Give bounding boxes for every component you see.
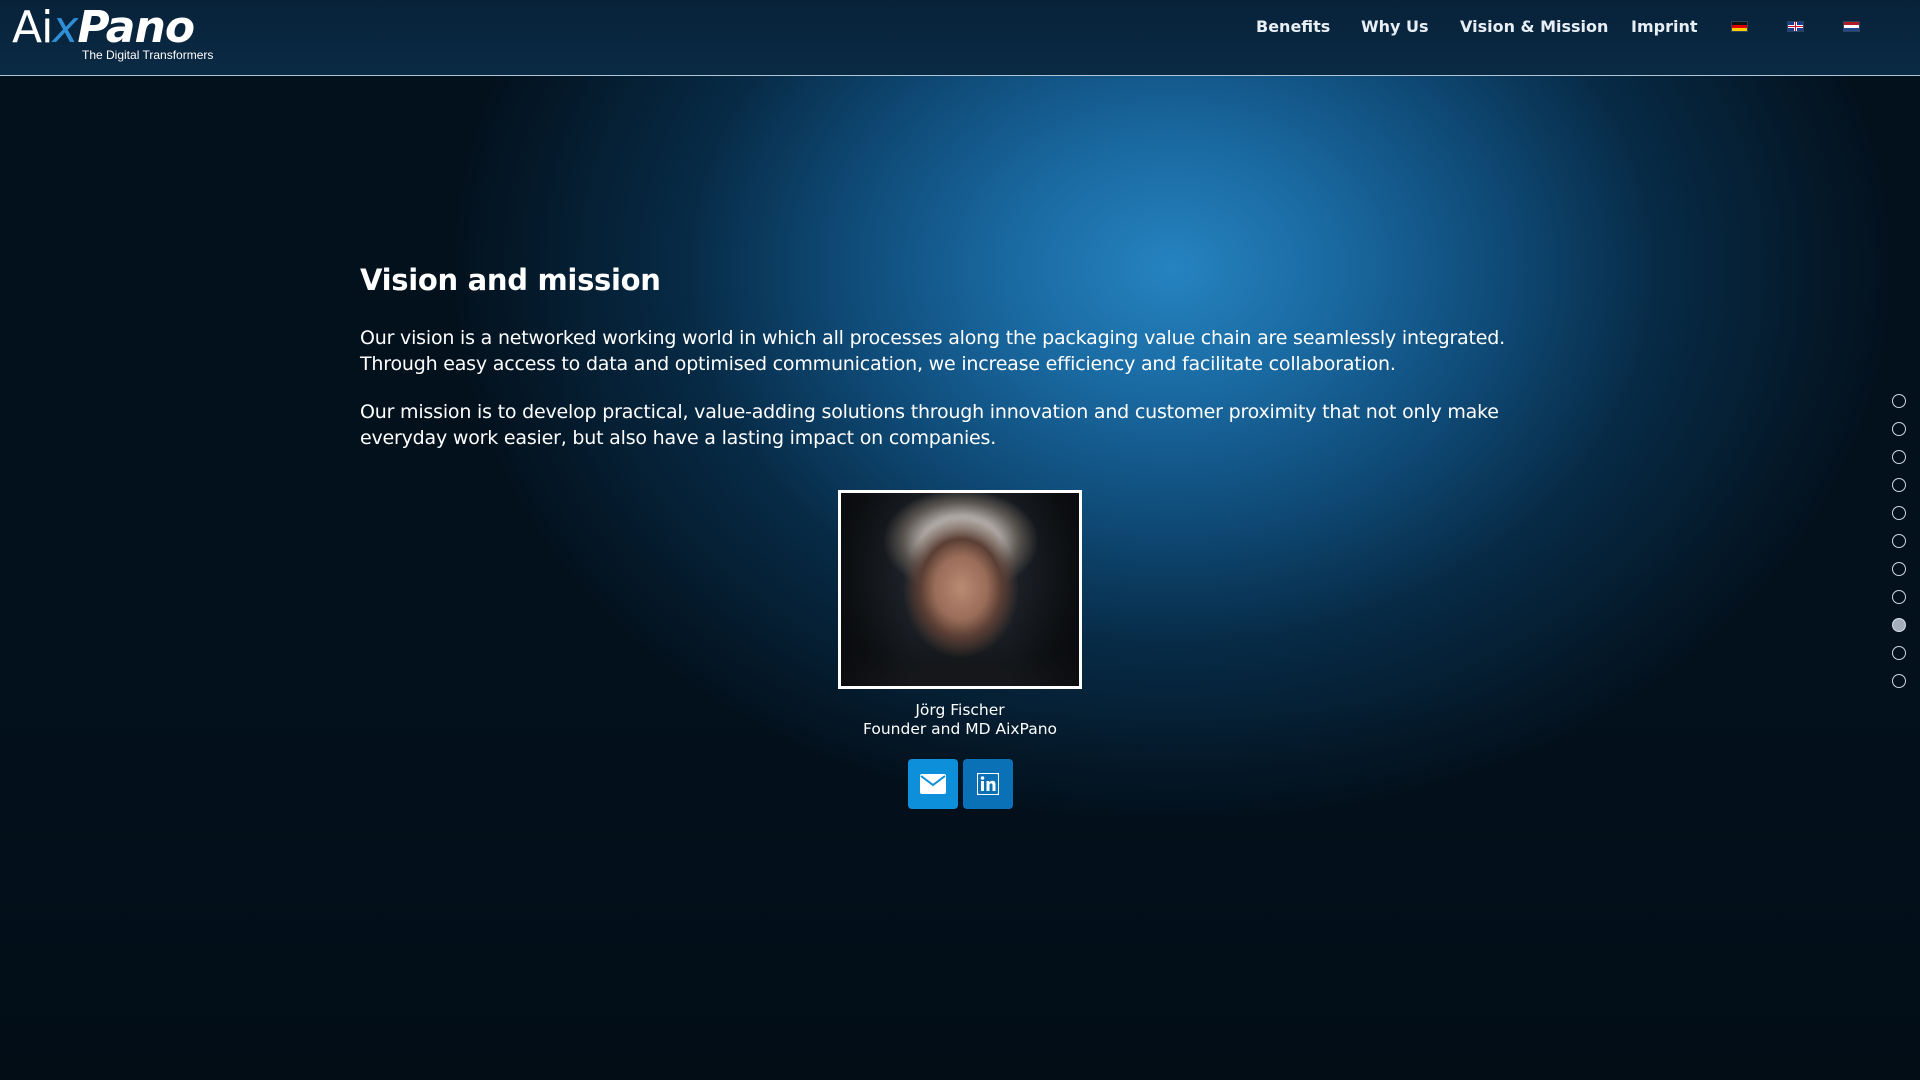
envelope-icon (919, 774, 946, 794)
flag-netherlands-icon[interactable] (1844, 22, 1859, 31)
founder-name: Jörg Fischer (915, 701, 1005, 719)
nav-imprint[interactable]: Imprint (1631, 17, 1698, 36)
section-dot-nav (1892, 394, 1908, 702)
section-dot[interactable] (1892, 422, 1906, 436)
section-dot[interactable] (1892, 590, 1906, 604)
page: AixPano The Digital Transformers Benefit… (0, 0, 1920, 1080)
logo-text-pano: Pano (77, 2, 195, 53)
logo-text-aix: Ai (12, 2, 53, 53)
section-dot[interactable] (1892, 646, 1906, 660)
site-header: AixPano The Digital Transformers Benefit… (0, 0, 1920, 76)
section-dot[interactable] (1892, 562, 1906, 576)
nav-why-us[interactable]: Why Us (1361, 17, 1429, 36)
section-dot-active[interactable] (1892, 618, 1906, 632)
nav-benefits[interactable]: Benefits (1256, 17, 1330, 36)
logo-wordmark: AixPano (12, 2, 195, 54)
nav-vision-mission[interactable]: Vision & Mission (1460, 17, 1608, 36)
logo-tagline: The Digital Transformers (82, 48, 214, 62)
linkedin-button[interactable] (962, 759, 1013, 809)
aixpano-logo[interactable]: AixPano The Digital Transformers (12, 2, 214, 66)
flag-germany-icon[interactable] (1732, 22, 1747, 31)
section-dot[interactable] (1892, 674, 1906, 688)
section-dot[interactable] (1892, 450, 1906, 464)
section-dot[interactable] (1892, 506, 1906, 520)
section-dot[interactable] (1892, 394, 1906, 408)
email-button[interactable] (907, 759, 958, 809)
section-dot[interactable] (1892, 534, 1906, 548)
founder-photo (838, 490, 1082, 689)
vision-mission-section: Vision and mission Our vision is a netwo… (360, 260, 1550, 473)
social-links (830, 759, 1090, 809)
mission-paragraph: Our mission is to develop practical, val… (360, 401, 1499, 449)
vision-paragraph: Our vision is a networked working world … (360, 327, 1505, 375)
linkedin-icon (976, 773, 999, 795)
flag-uk-icon[interactable] (1788, 22, 1803, 31)
section-dot[interactable] (1892, 478, 1906, 492)
page-title: Vision and mission (360, 263, 661, 297)
founder-profile: Jörg Fischer Founder and MD AixPano (838, 490, 1082, 809)
logo-text-x: x (52, 2, 78, 53)
founder-role: Founder and MD AixPano (862, 720, 1058, 738)
